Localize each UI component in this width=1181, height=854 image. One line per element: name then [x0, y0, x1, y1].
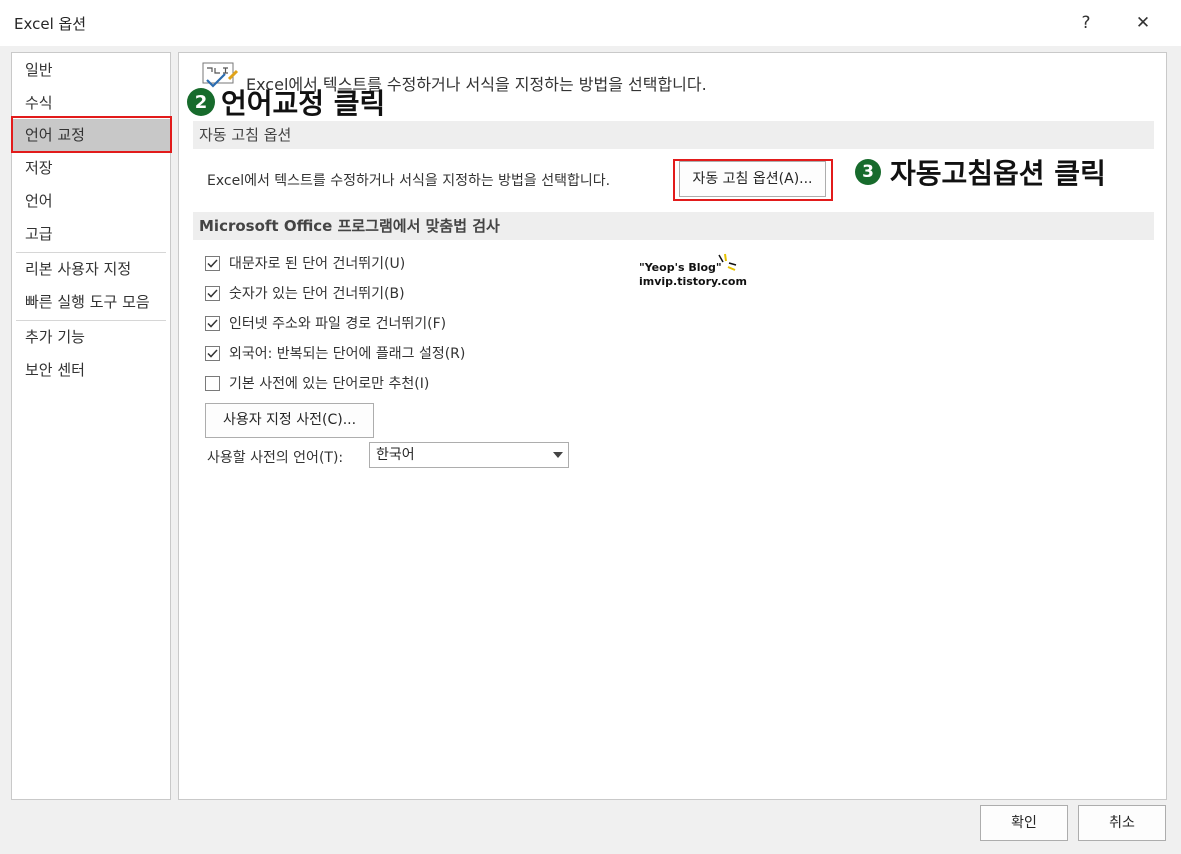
ok-button[interactable]: 확인 [980, 805, 1068, 841]
sidebar-item-customize-ribbon[interactable]: 리본 사용자 지정 [12, 253, 170, 286]
checkmark-icon [207, 318, 218, 328]
ignore-internet-paths-label: 인터넷 주소와 파일 경로 건너뛰기(F) [229, 316, 447, 332]
help-button[interactable]: ? [1069, 8, 1103, 38]
dictionary-language-select[interactable]: 한국어 [369, 442, 569, 468]
dictionary-language-value: 한국어 [376, 447, 415, 463]
option-ignore-uppercase[interactable]: 대문자로 된 단어 건너뛰기(U) [205, 252, 405, 274]
sidebar-item-quick-access-toolbar[interactable]: 빠른 실행 도구 모음 [12, 286, 170, 319]
option-flag-repeated-words[interactable]: 외국어: 반복되는 단어에 플래그 설정(R) [205, 342, 465, 364]
custom-dictionaries-button[interactable]: 사용자 지정 사전(C)... [205, 403, 374, 438]
sidebar-item-add-ins[interactable]: 추가 기능 [12, 321, 170, 354]
step3-badge: 3 [855, 159, 881, 185]
ignore-numbers-label: 숫자가 있는 단어 건너뛰기(B) [229, 286, 405, 302]
options-sidebar: 일반 수식 언어 교정 저장 언어 고급 리본 사용자 지정 빠른 실행 도구 … [11, 52, 171, 800]
ignore-uppercase-label: 대문자로 된 단어 건너뛰기(U) [229, 256, 406, 272]
help-icon: ? [1081, 13, 1091, 33]
checkmark-icon [207, 288, 218, 298]
checkmark-icon [207, 348, 218, 358]
flag-repeated-words-label: 외국어: 반복되는 단어에 플래그 설정(R) [229, 346, 466, 362]
flag-repeated-words-checkbox[interactable] [205, 345, 220, 361]
step2-annotation: 2 언어교정 클릭 [187, 82, 385, 122]
autocorrect-description: Excel에서 텍스트를 수정하거나 서식을 지정하는 방법을 선택합니다. [207, 173, 611, 189]
step3-text: 자동고침옵션 클릭 [890, 157, 1106, 190]
main-dictionary-only-label: 기본 사전에 있는 단어로만 추천(I) [229, 376, 430, 392]
checkmark-icon [207, 258, 218, 268]
ignore-numbers-checkbox[interactable] [205, 285, 220, 301]
watermark-line2: imvip.tistory.com [639, 275, 747, 288]
ignore-uppercase-checkbox[interactable] [205, 255, 220, 271]
window-title: Excel 옵션 [14, 15, 87, 33]
close-button[interactable]: ✕ [1126, 8, 1160, 38]
sidebar-item-advanced[interactable]: 고급 [12, 218, 170, 251]
sidebar-item-trust-center[interactable]: 보안 센터 [12, 354, 170, 387]
step2-text: 언어교정 클릭 [221, 87, 386, 120]
cancel-button[interactable]: 취소 [1078, 805, 1166, 841]
close-icon: ✕ [1135, 13, 1151, 33]
ignore-internet-paths-checkbox[interactable] [205, 315, 220, 331]
proofing-highlight-box [11, 116, 172, 153]
option-main-dictionary-only[interactable]: 기본 사전에 있는 단어로만 추천(I) [205, 372, 429, 394]
step2-badge: 2 [187, 88, 215, 116]
option-ignore-numbers[interactable]: 숫자가 있는 단어 건너뛰기(B) [205, 282, 405, 304]
spelling-section-header: Microsoft Office 프로그램에서 맞춤법 검사 [193, 212, 1154, 240]
autocorrect-highlight-box [673, 159, 833, 201]
main-dictionary-only-checkbox[interactable] [205, 375, 220, 391]
autocorrect-section-header: 자동 고침 옵션 [193, 121, 1154, 149]
dictionary-language-label: 사용할 사전의 언어(T): [207, 450, 344, 466]
sidebar-item-general[interactable]: 일반 [12, 54, 170, 87]
sparkle-icon [718, 253, 737, 271]
sidebar-item-language[interactable]: 언어 [12, 185, 170, 218]
sidebar-item-save[interactable]: 저장 [12, 152, 170, 185]
option-ignore-internet-paths[interactable]: 인터넷 주소와 파일 경로 건너뛰기(F) [205, 312, 446, 334]
title-bar: Excel 옵션 ? ✕ [0, 0, 1181, 46]
dropdown-arrow-icon [553, 452, 563, 458]
step3-annotation: 3 자동고침옵션 클릭 [855, 152, 1106, 192]
